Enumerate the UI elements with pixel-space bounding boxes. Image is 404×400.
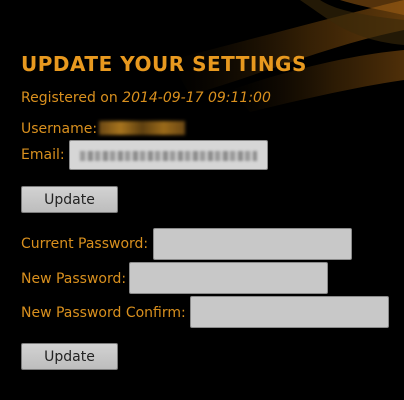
email-label: Email:: [21, 147, 65, 163]
registered-timestamp: 2014-09-17 09:11:00: [122, 90, 271, 106]
registration-info: Registered on 2014-09-17 09:11:00: [21, 90, 271, 106]
new-password-label: New Password:: [21, 271, 127, 287]
page-title: UPDATE YOUR SETTINGS: [21, 52, 307, 76]
confirm-password-field[interactable]: [190, 296, 389, 328]
new-password-field[interactable]: [129, 262, 328, 294]
update-account-button[interactable]: Update: [21, 186, 118, 213]
settings-panel: UPDATE YOUR SETTINGS Registered on 2014-…: [0, 0, 404, 400]
registered-prefix: Registered on: [21, 90, 123, 106]
username-label: Username:: [21, 121, 98, 137]
username-row: Username:: [21, 121, 186, 137]
username-value-redacted: [99, 121, 186, 135]
email-field[interactable]: [69, 140, 268, 170]
current-password-field[interactable]: [153, 228, 352, 260]
current-password-label: Current Password:: [21, 236, 149, 252]
update-password-button[interactable]: Update: [21, 343, 118, 370]
confirm-password-label: New Password Confirm:: [21, 305, 186, 321]
email-value-redacted: [80, 151, 257, 161]
